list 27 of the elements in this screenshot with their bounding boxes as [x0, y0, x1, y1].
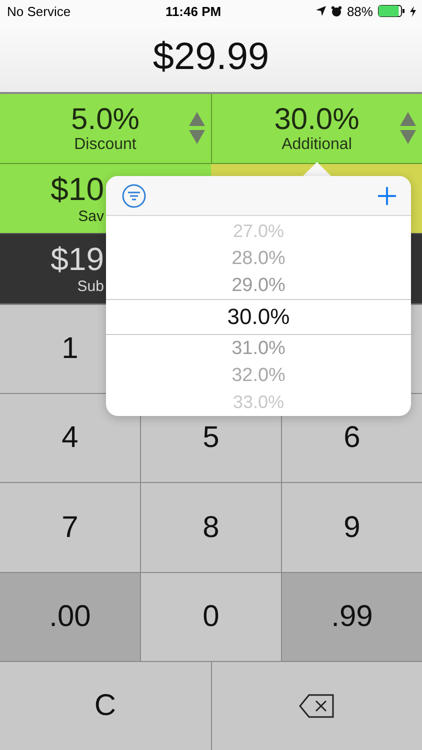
result-value: $19: [50, 242, 104, 278]
add-button[interactable]: [377, 186, 397, 206]
result-label: Sav: [78, 208, 104, 225]
rate-label: Discount: [74, 136, 136, 154]
price-display: $29.99: [152, 36, 270, 78]
result-label: Sub: [77, 278, 104, 295]
rate-value: 30.0%: [274, 103, 360, 136]
location-icon: [316, 6, 326, 16]
rate-cell[interactable]: 30.0% Additional: [212, 94, 422, 164]
battery-percent: 88%: [346, 4, 373, 18]
backspace-icon: [298, 694, 335, 718]
result-value: $10: [50, 172, 104, 208]
alarm-clock-icon: [330, 6, 342, 16]
carrier-text: No Service: [7, 4, 71, 18]
rate-cell[interactable]: 5.0% Discount: [0, 94, 212, 164]
filter-icon: [122, 184, 146, 208]
keypad-key[interactable]: .00: [0, 572, 141, 661]
clock-time: 11:46 PM: [165, 4, 222, 18]
plus-icon: [377, 186, 397, 206]
rate-value: 5.0%: [71, 103, 140, 136]
stepper-icon[interactable]: [400, 112, 416, 144]
battery-icon: [378, 5, 405, 17]
stepper-icon[interactable]: [188, 112, 204, 144]
rate-label: Additional: [282, 136, 352, 154]
keypad-key[interactable]: .99: [282, 572, 422, 661]
picker-option[interactable]: 30.0%: [106, 299, 411, 335]
filter-button[interactable]: [122, 184, 146, 208]
